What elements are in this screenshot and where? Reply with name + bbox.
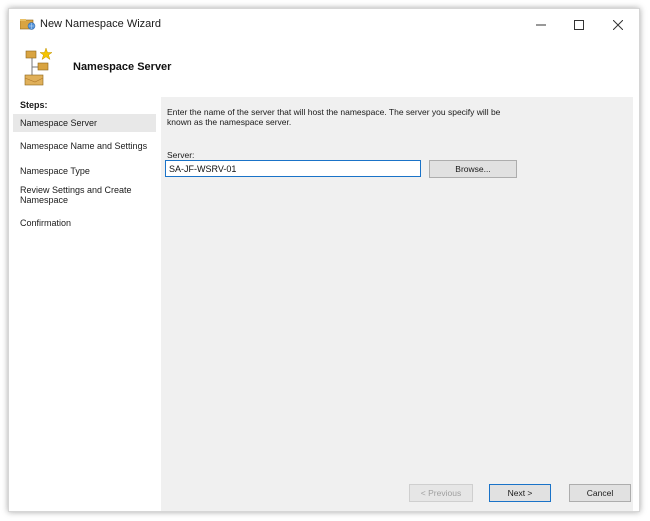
maximize-button[interactable] <box>564 15 594 35</box>
close-button[interactable] <box>603 15 633 35</box>
namespace-wizard-icon <box>23 47 55 87</box>
wizard-header: Namespace Server <box>9 39 639 97</box>
browse-button[interactable]: Browse... <box>429 160 517 178</box>
minimize-icon <box>536 24 546 26</box>
wizard-window: New Namespace Wizard Namespace Server St… <box>8 8 640 512</box>
step-review-settings[interactable]: Review Settings and Create Namespace <box>13 181 156 209</box>
namespace-app-icon <box>19 18 36 30</box>
steps-heading: Steps: <box>20 100 48 110</box>
previous-button[interactable]: < Previous <box>409 484 473 502</box>
page-title: Namespace Server <box>73 61 172 73</box>
steps-panel: Steps: Namespace Server Namespace Name a… <box>9 97 160 511</box>
instruction-text: Enter the name of the server that will h… <box>167 107 501 127</box>
step-namespace-type[interactable]: Namespace Type <box>13 162 156 180</box>
step-confirmation[interactable]: Confirmation <box>13 214 156 232</box>
close-icon <box>613 20 623 30</box>
wizard-footer: < Previous Next > Cancel <box>161 478 633 511</box>
window-title: New Namespace Wizard <box>40 18 162 30</box>
title-bar: New Namespace Wizard <box>9 9 639 39</box>
server-label: Server: <box>167 150 195 160</box>
step-namespace-name-and-settings[interactable]: Namespace Name and Settings <box>13 137 156 155</box>
minimize-button[interactable] <box>526 15 556 35</box>
server-input[interactable] <box>165 160 421 177</box>
cancel-button[interactable]: Cancel <box>569 484 631 502</box>
main-content: Enter the name of the server that will h… <box>161 97 633 478</box>
step-namespace-server[interactable]: Namespace Server <box>13 114 156 132</box>
next-button[interactable]: Next > <box>489 484 551 502</box>
maximize-icon <box>574 20 584 30</box>
